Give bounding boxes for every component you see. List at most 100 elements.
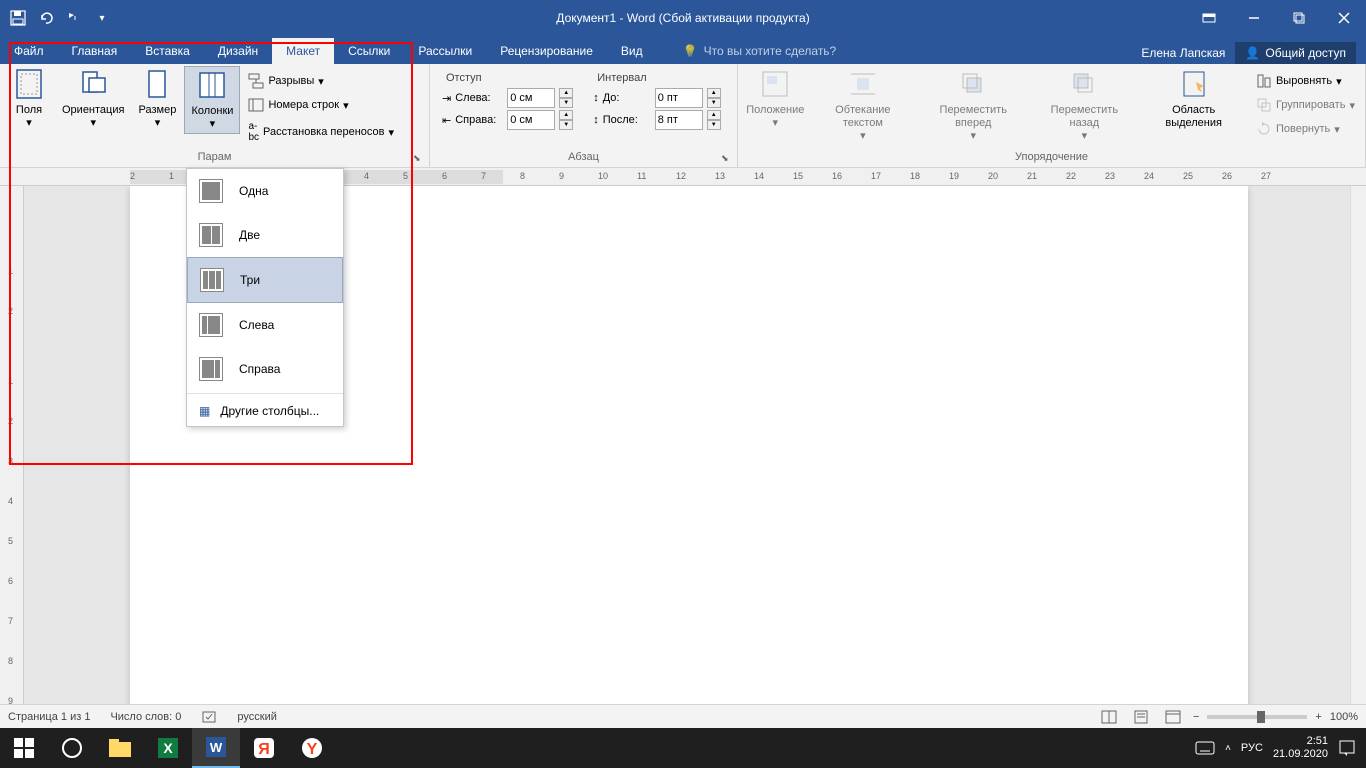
indent-left-icon: ⇥ — [442, 92, 451, 105]
vertical-scrollbar[interactable] — [1350, 186, 1366, 704]
svg-text:Я: Я — [258, 741, 270, 758]
columns-two[interactable]: Две — [187, 213, 343, 257]
line-numbers-button[interactable]: Номера строк ▾ — [242, 94, 400, 116]
share-button[interactable]: 👤 Общий доступ — [1235, 42, 1356, 64]
qat-customize-icon[interactable]: ▾ — [92, 8, 112, 28]
columns-left-icon — [199, 313, 223, 337]
paragraph-label: Абзац — [434, 149, 733, 165]
undo-icon[interactable] — [36, 8, 56, 28]
redo-icon[interactable] — [64, 8, 84, 28]
tray-chevron-icon[interactable]: ˄ — [1225, 743, 1231, 754]
group-button[interactable]: Группировать ▾ — [1250, 94, 1361, 116]
spacing-before-up[interactable]: ▲ — [707, 88, 721, 98]
bulb-icon: 💡 — [683, 44, 698, 58]
columns-one[interactable]: Одна — [187, 169, 343, 213]
read-mode-icon[interactable] — [1097, 707, 1121, 727]
indent-right-down[interactable]: ▼ — [559, 120, 573, 130]
taskbar: X W Я Y ˄ РУС 2:51 21.09.2020 — [0, 728, 1366, 768]
columns-right-icon — [199, 357, 223, 381]
keyboard-icon[interactable] — [1195, 741, 1215, 755]
orientation-button[interactable]: Ориентация▾ — [56, 66, 130, 132]
user-name[interactable]: Елена Лапская — [1141, 46, 1225, 60]
align-button[interactable]: Выровнять ▾ — [1250, 70, 1361, 92]
columns-three-icon — [200, 268, 224, 292]
margins-button[interactable]: Поля▾ — [4, 66, 54, 132]
tell-me-search[interactable]: 💡 Что вы хотите сделать? — [677, 38, 843, 64]
excel-icon[interactable]: X — [144, 728, 192, 768]
position-button[interactable]: Положение▾ — [742, 66, 809, 132]
page-indicator[interactable]: Страница 1 из 1 — [8, 711, 90, 723]
language-tray[interactable]: РУС — [1241, 742, 1263, 754]
cortana-icon[interactable] — [48, 728, 96, 768]
spacing-after-input[interactable] — [655, 110, 703, 130]
tab-file[interactable]: Файл — [0, 38, 58, 64]
svg-text:X: X — [163, 740, 173, 756]
yandex-icon[interactable]: Я — [240, 728, 288, 768]
spacing-before-input[interactable] — [655, 88, 703, 108]
explorer-icon[interactable] — [96, 728, 144, 768]
tab-design[interactable]: Дизайн — [204, 38, 272, 64]
clock[interactable]: 2:51 21.09.2020 — [1273, 735, 1328, 761]
word-icon[interactable]: W — [192, 728, 240, 768]
columns-right[interactable]: Справа — [187, 347, 343, 391]
page-setup-launcher[interactable]: ⬊ — [413, 153, 425, 165]
window-title: Документ1 - Word (Сбой активации продукт… — [556, 11, 809, 25]
save-icon[interactable] — [8, 8, 28, 28]
bring-forward-button[interactable]: Переместить вперед▾ — [917, 66, 1029, 146]
selection-pane-button[interactable]: Область выделения — [1139, 66, 1248, 132]
tab-home[interactable]: Главная — [58, 38, 132, 64]
tab-layout[interactable]: Макет — [272, 38, 334, 64]
zoom-slider[interactable] — [1207, 715, 1307, 719]
tab-view[interactable]: Вид — [607, 38, 657, 64]
spacing-before-down[interactable]: ▼ — [707, 98, 721, 108]
tab-review[interactable]: Рецензирование — [486, 38, 607, 64]
word-count[interactable]: Число слов: 0 — [110, 711, 181, 723]
columns-more-icon: ▦ — [199, 404, 210, 418]
proofing-icon[interactable] — [201, 709, 217, 725]
close-icon[interactable] — [1321, 3, 1366, 33]
columns-one-icon — [199, 179, 223, 203]
columns-left[interactable]: Слева — [187, 303, 343, 347]
zoom-out-icon[interactable]: − — [1193, 711, 1199, 723]
tab-mailings[interactable]: Рассылки — [404, 38, 486, 64]
indent-left-input[interactable] — [507, 88, 555, 108]
size-button[interactable]: Размер▾ — [132, 66, 182, 132]
hyphenation-button[interactable]: a-bc Расстановка переносов ▾ — [242, 118, 400, 146]
tab-references[interactable]: Ссылки — [334, 38, 404, 64]
zoom-level[interactable]: 100% — [1330, 711, 1358, 723]
zoom-in-icon[interactable]: + — [1315, 711, 1321, 723]
spacing-after-down[interactable]: ▼ — [707, 120, 721, 130]
wrap-text-button[interactable]: Обтекание текстом▾ — [811, 66, 916, 146]
language-indicator[interactable]: русский — [237, 711, 276, 723]
ribbon-display-icon[interactable] — [1186, 3, 1231, 33]
hyphenation-icon: a-bc — [248, 121, 259, 143]
columns-button[interactable]: Колонки▾ — [184, 66, 240, 134]
indent-right-up[interactable]: ▲ — [559, 110, 573, 120]
spacing-after-up[interactable]: ▲ — [707, 110, 721, 120]
indent-left-down[interactable]: ▼ — [559, 98, 573, 108]
send-backward-button[interactable]: Переместить назад▾ — [1031, 66, 1137, 146]
spacing-after-icon: ↕ — [593, 114, 599, 126]
columns-more[interactable]: ▦ Другие столбцы... — [187, 396, 343, 426]
tab-insert[interactable]: Вставка — [131, 38, 204, 64]
titlebar: ▾ Документ1 - Word (Сбой активации проду… — [0, 0, 1366, 36]
print-layout-icon[interactable] — [1129, 707, 1153, 727]
ruler-vertical[interactable]: 12123456789 — [0, 186, 24, 704]
rotate-button[interactable]: Повернуть ▾ — [1250, 118, 1361, 140]
breaks-button[interactable]: Разрывы ▾ — [242, 70, 400, 92]
indent-left-up[interactable]: ▲ — [559, 88, 573, 98]
columns-dropdown: Одна Две Три Слева Справа ▦ Другие столб… — [186, 168, 344, 427]
maximize-icon[interactable] — [1276, 3, 1321, 33]
ribbon-tabs: Файл Главная Вставка Дизайн Макет Ссылки… — [0, 36, 1366, 64]
web-layout-icon[interactable] — [1161, 707, 1185, 727]
svg-text:W: W — [210, 740, 223, 755]
minimize-icon[interactable] — [1231, 3, 1276, 33]
statusbar: Страница 1 из 1 Число слов: 0 русский − … — [0, 704, 1366, 728]
yandex-browser-icon[interactable]: Y — [288, 728, 336, 768]
start-button[interactable] — [0, 728, 48, 768]
indent-right-input[interactable] — [507, 110, 555, 130]
group-paragraph: Отступ ⇥ Слева: ▲▼ ⇤ Справа: ▲▼ Интервал — [430, 64, 738, 167]
paragraph-launcher[interactable]: ⬊ — [721, 153, 733, 165]
notifications-icon[interactable] — [1338, 739, 1356, 757]
columns-three[interactable]: Три — [187, 257, 343, 303]
